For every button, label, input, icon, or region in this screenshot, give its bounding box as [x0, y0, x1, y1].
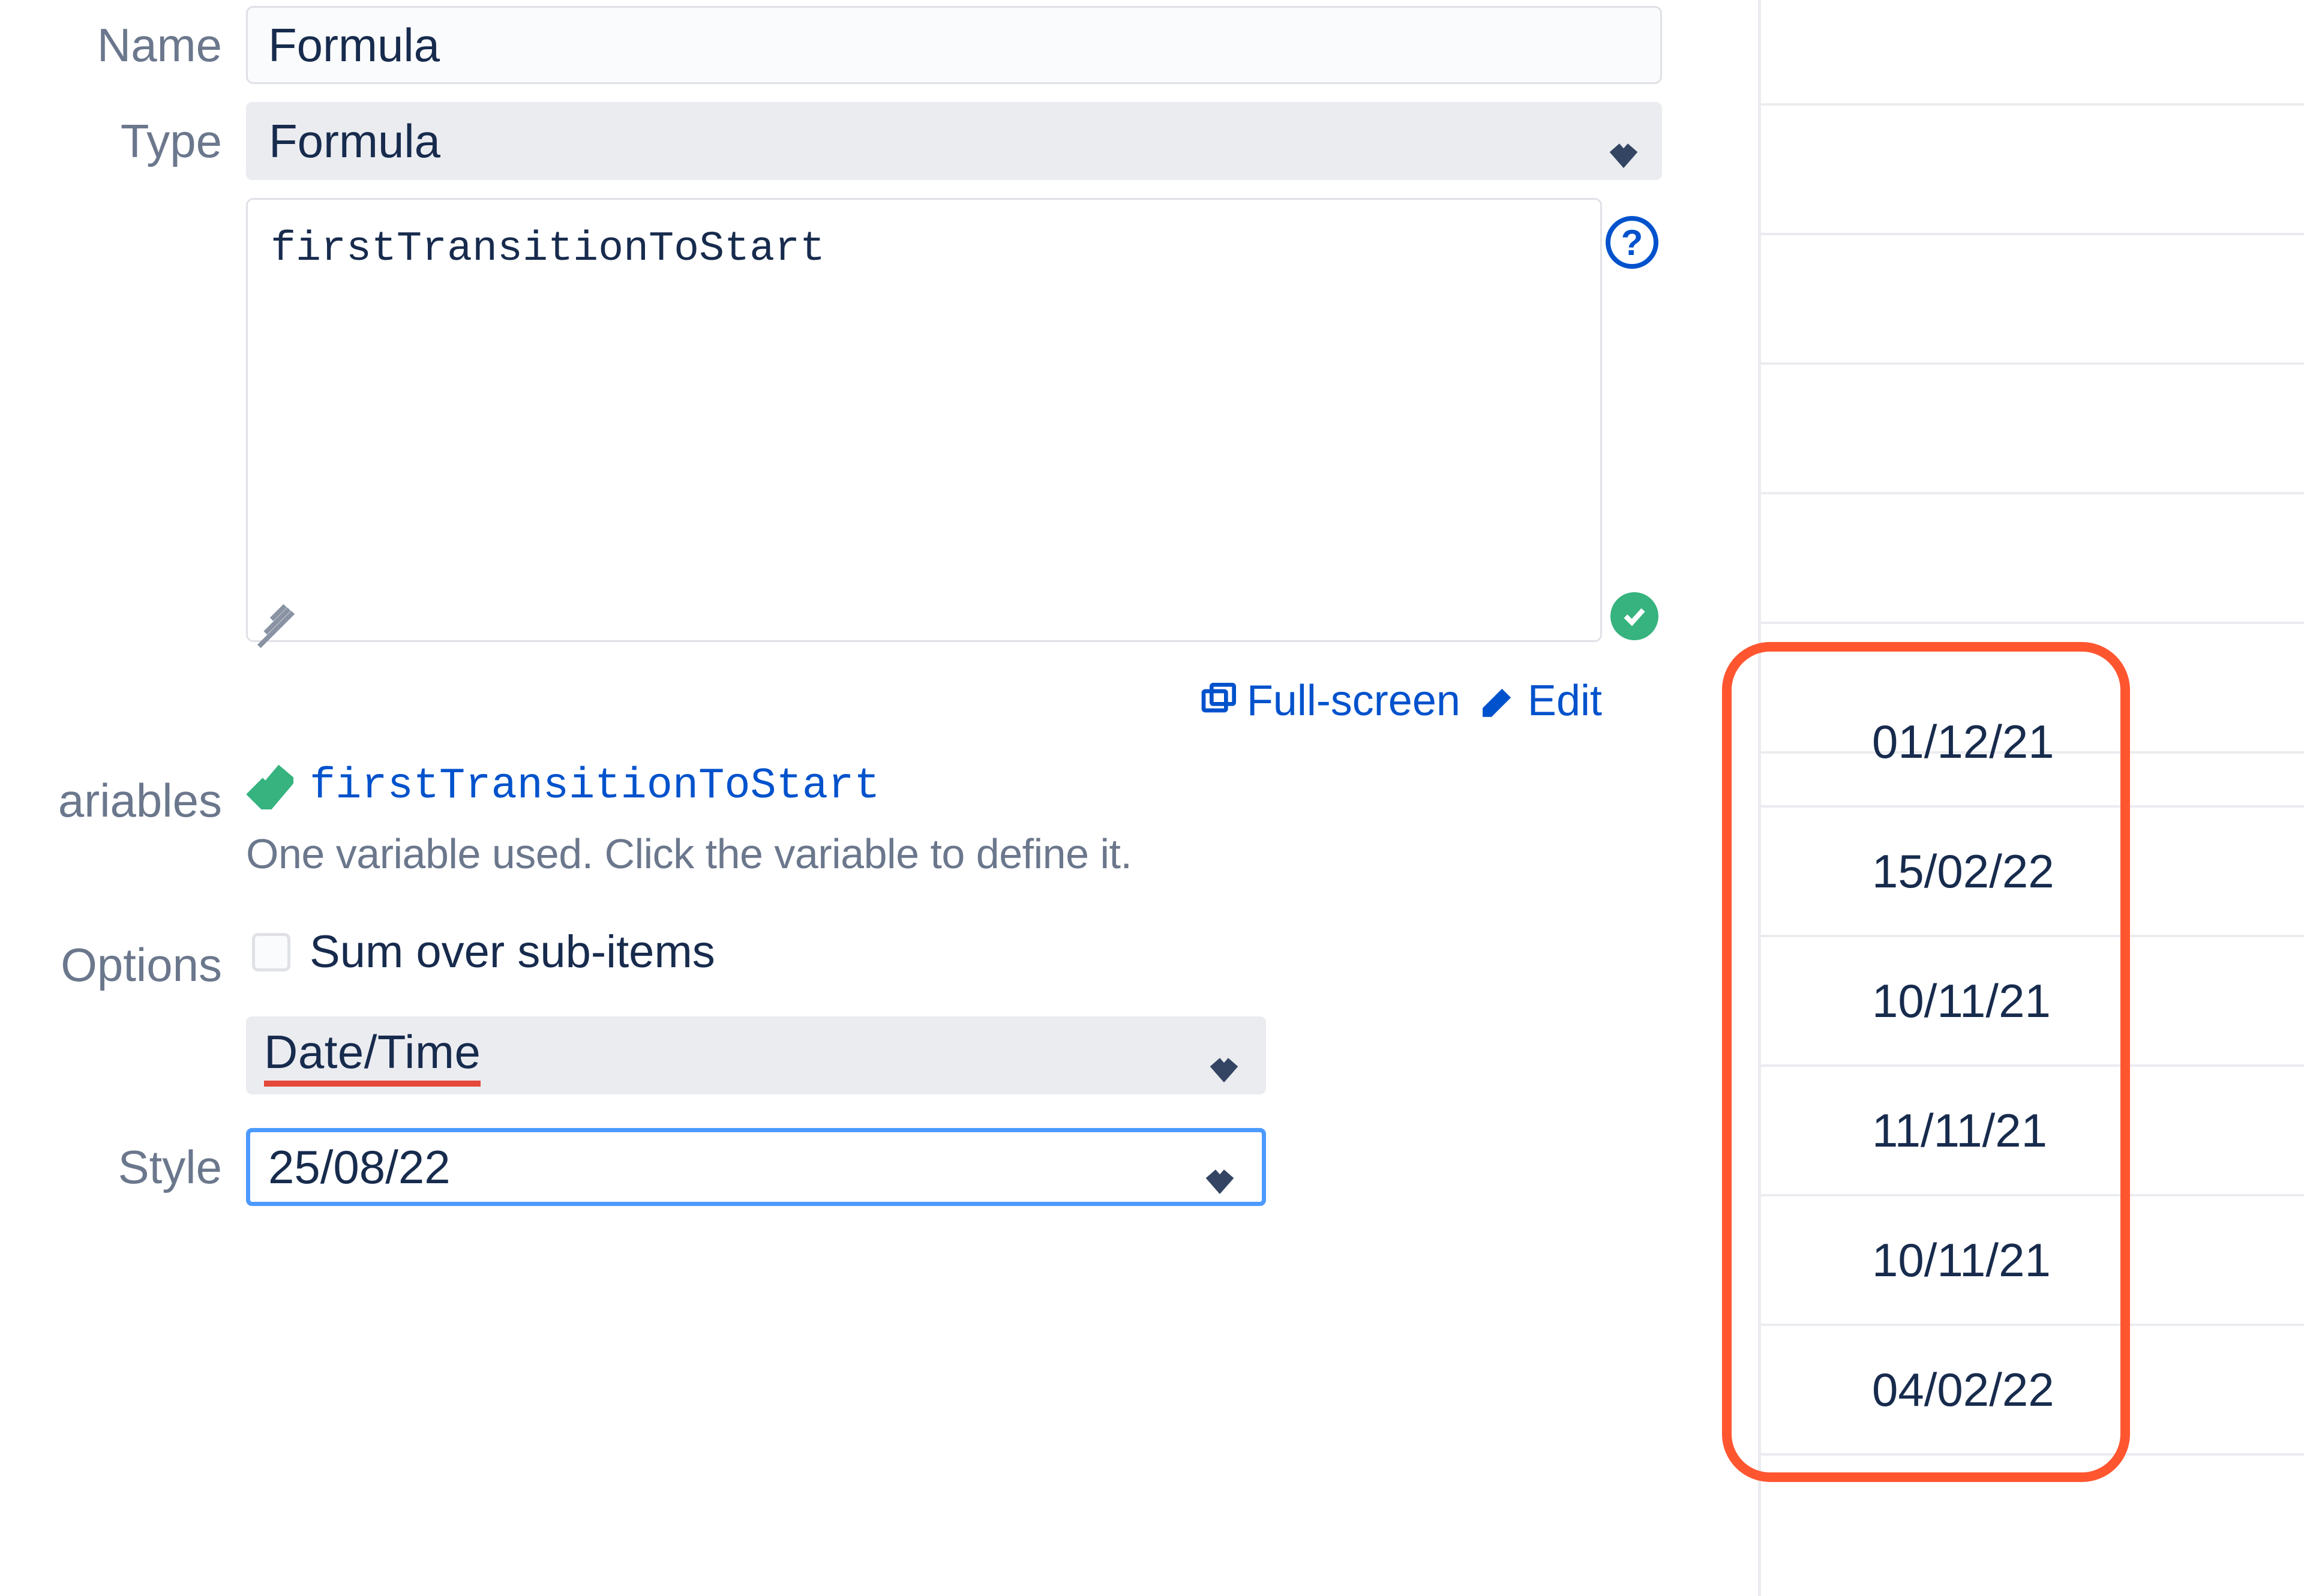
type-label: Type	[0, 102, 246, 169]
style-select[interactable]: 25/08/22	[246, 1128, 1266, 1206]
result-cell: 10/11/21	[1758, 1196, 2304, 1326]
chevron-down-icon	[1208, 1040, 1240, 1071]
results-column: 01/12/21 15/02/22 10/11/21 11/11/21 10/1…	[1722, 0, 2304, 1573]
result-cell: 10/11/21	[1758, 937, 2304, 1067]
name-label: Name	[0, 6, 246, 73]
style-select-value: 25/08/22	[268, 1140, 451, 1195]
result-cell: 15/02/22	[1758, 808, 2304, 937]
chevron-down-icon	[1608, 125, 1639, 157]
pencil-icon	[1480, 682, 1518, 720]
chevron-down-icon	[1204, 1151, 1235, 1183]
fullscreen-link[interactable]: Full-screen	[1199, 676, 1460, 725]
valid-check-icon	[1610, 592, 1658, 640]
variable-link[interactable]: firstTransitionToStart	[310, 761, 880, 811]
result-cell: 11/11/21	[1758, 1067, 2304, 1196]
result-cell: 04/02/22	[1758, 1326, 2304, 1456]
check-icon	[246, 762, 294, 810]
sum-checkbox-label: Sum over sub-items	[310, 926, 715, 978]
sum-checkbox[interactable]	[252, 933, 290, 971]
format-select-value: Date/Time	[264, 1025, 481, 1087]
options-label: Options	[0, 926, 246, 992]
fullscreen-label: Full-screen	[1247, 676, 1460, 725]
format-select[interactable]: Date/Time	[246, 1016, 1266, 1094]
edit-link[interactable]: Edit	[1480, 676, 1602, 725]
formula-code-input[interactable]	[246, 198, 1602, 642]
name-input[interactable]	[246, 6, 1662, 84]
fullscreen-icon	[1199, 682, 1237, 720]
type-select-value: Formula	[269, 114, 440, 169]
style-label: Style	[0, 1128, 246, 1195]
edit-label: Edit	[1528, 676, 1602, 725]
help-icon[interactable]: ?	[1606, 216, 1658, 269]
type-select[interactable]: Formula	[246, 102, 1662, 180]
result-cell: 01/12/21	[1758, 678, 2304, 808]
variables-label: ariables	[0, 761, 246, 828]
variable-helper-text: One variable used. Click the variable to…	[246, 830, 1662, 878]
